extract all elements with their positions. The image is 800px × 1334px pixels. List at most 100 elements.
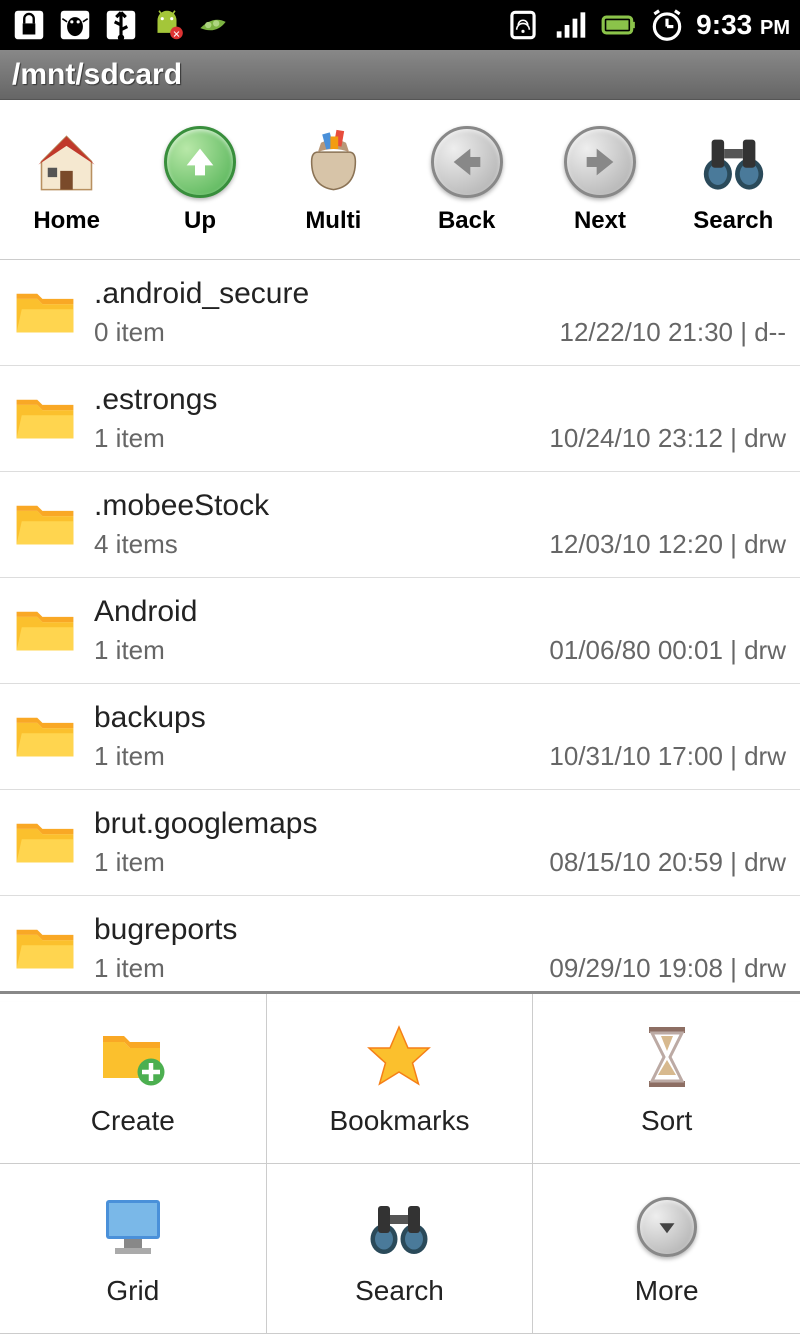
file-row[interactable]: .android_secure 0 item 12/22/10 21:30 | d-… (0, 260, 800, 366)
back-icon (429, 124, 504, 199)
file-info: bugreports 1 item 09/29/10 19:08 | drw (94, 913, 786, 984)
file-meta: 1 item 08/15/10 20:59 | drw (94, 847, 786, 878)
file-meta: 1 item 09/29/10 19:08 | drw (94, 953, 786, 984)
file-row[interactable]: Android 1 item 01/06/80 00:01 | drw (0, 578, 800, 684)
binoculars-icon (696, 124, 771, 199)
next-icon (562, 124, 637, 199)
lock-icon (10, 6, 48, 44)
toolbar-label: Search (693, 207, 773, 235)
file-name: bugreports (94, 913, 786, 947)
status-right: 9:33 PM (504, 6, 790, 44)
file-meta: 4 items 12/03/10 12:20 | drw (94, 529, 786, 560)
file-info: .android_secure 0 item 12/22/10 21:30 | d-… (94, 277, 786, 348)
folder-icon (14, 286, 76, 340)
file-date: 01/06/80 00:01 | drw (549, 635, 786, 666)
search-button[interactable]: Search (673, 124, 793, 235)
search-menu-item[interactable]: Search (267, 1164, 534, 1334)
toolbar: Home Up Multi Back Next Search (0, 100, 800, 260)
multi-button[interactable]: Multi (273, 124, 393, 235)
file-row[interactable]: bugreports 1 item 09/29/10 19:08 | drw (0, 896, 800, 1002)
file-count: 4 items (94, 529, 178, 560)
file-info: Android 1 item 01/06/80 00:01 | drw (94, 595, 786, 666)
file-date: 09/29/10 19:08 | drw (549, 953, 786, 984)
file-name: .android_secure (94, 277, 786, 311)
hourglass-icon (631, 1021, 703, 1093)
file-count: 1 item (94, 423, 165, 454)
grid-menu-item[interactable]: Grid (0, 1164, 267, 1334)
file-count: 0 item (94, 317, 165, 348)
menu-label: Search (355, 1275, 444, 1307)
signal-icon (552, 6, 590, 44)
file-name: brut.googlemaps (94, 807, 786, 841)
android-icon: ✕ (148, 6, 186, 44)
folder-icon (14, 816, 76, 870)
usb-icon (102, 6, 140, 44)
file-name: Android (94, 595, 786, 629)
file-date: 10/31/10 17:00 | drw (549, 741, 786, 772)
next-button[interactable]: Next (540, 124, 660, 235)
options-menu: Create Bookmarks Sort Grid Search More (0, 991, 800, 1334)
file-list[interactable]: .android_secure 0 item 12/22/10 21:30 | d-… (0, 260, 800, 1002)
file-name: .estrongs (94, 383, 786, 417)
more-icon (631, 1191, 703, 1263)
sort-menu-item[interactable]: Sort (533, 994, 800, 1164)
debug-icon (56, 6, 94, 44)
svg-text:✕: ✕ (173, 30, 181, 41)
toolbar-label: Back (438, 207, 495, 235)
toolbar-label: Next (574, 207, 626, 235)
file-meta: 1 item 10/24/10 23:12 | drw (94, 423, 786, 454)
folder-icon (14, 498, 76, 552)
bookmarks-menu-item[interactable]: Bookmarks (267, 994, 534, 1164)
wifi-icon (504, 6, 542, 44)
file-meta: 1 item 01/06/80 00:01 | drw (94, 635, 786, 666)
status-bar: ✕ 9:33 PM (0, 0, 800, 50)
binoculars-icon (363, 1191, 435, 1263)
folder-icon (14, 710, 76, 764)
status-left: ✕ (10, 6, 232, 44)
more-menu-item[interactable]: More (533, 1164, 800, 1334)
file-count: 1 item (94, 847, 165, 878)
file-count: 1 item (94, 741, 165, 772)
toolbar-label: Multi (305, 207, 361, 235)
file-date: 10/24/10 23:12 | drw (549, 423, 786, 454)
pea-icon (194, 6, 232, 44)
clock-time: 9:33 PM (696, 9, 790, 41)
folder-plus-icon (97, 1021, 169, 1093)
file-count: 1 item (94, 953, 165, 984)
file-date: 12/03/10 12:20 | drw (549, 529, 786, 560)
current-path: /mnt/sdcard (12, 58, 182, 92)
up-button[interactable]: Up (140, 124, 260, 235)
menu-label: Sort (641, 1105, 692, 1137)
file-date: 12/22/10 21:30 | d-- (560, 317, 786, 348)
monitor-icon (97, 1191, 169, 1263)
file-name: backups (94, 701, 786, 735)
file-meta: 0 item 12/22/10 21:30 | d-- (94, 317, 786, 348)
path-bar[interactable]: /mnt/sdcard (0, 50, 800, 100)
file-row[interactable]: .mobeeStock 4 items 12/03/10 12:20 | drw (0, 472, 800, 578)
folder-icon (14, 922, 76, 976)
home-button[interactable]: Home (7, 124, 127, 235)
file-name: .mobeeStock (94, 489, 786, 523)
file-date: 08/15/10 20:59 | drw (549, 847, 786, 878)
toolbar-label: Up (184, 207, 216, 235)
file-row[interactable]: brut.googlemaps 1 item 08/15/10 20:59 | dr… (0, 790, 800, 896)
home-icon (29, 124, 104, 199)
file-info: brut.googlemaps 1 item 08/15/10 20:59 | dr… (94, 807, 786, 878)
menu-label: More (635, 1275, 699, 1307)
multi-icon (296, 124, 371, 199)
battery-icon (600, 6, 638, 44)
toolbar-label: Home (33, 207, 100, 235)
file-info: backups 1 item 10/31/10 17:00 | drw (94, 701, 786, 772)
alarm-icon (648, 6, 686, 44)
back-button[interactable]: Back (407, 124, 527, 235)
file-row[interactable]: .estrongs 1 item 10/24/10 23:12 | drw (0, 366, 800, 472)
file-meta: 1 item 10/31/10 17:00 | drw (94, 741, 786, 772)
menu-label: Grid (106, 1275, 159, 1307)
file-info: .mobeeStock 4 items 12/03/10 12:20 | drw (94, 489, 786, 560)
folder-icon (14, 604, 76, 658)
create-menu-item[interactable]: Create (0, 994, 267, 1164)
file-count: 1 item (94, 635, 165, 666)
file-info: .estrongs 1 item 10/24/10 23:12 | drw (94, 383, 786, 454)
file-row[interactable]: backups 1 item 10/31/10 17:00 | drw (0, 684, 800, 790)
star-icon (363, 1021, 435, 1093)
